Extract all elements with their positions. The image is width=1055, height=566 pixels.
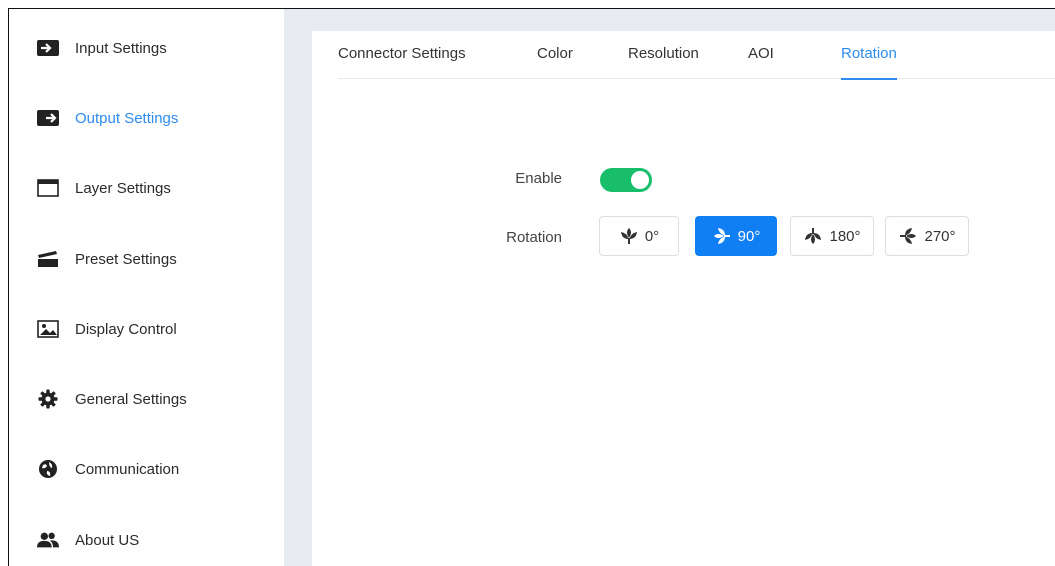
rotation-180-button[interactable]: 180° <box>790 216 874 256</box>
tab-resolution[interactable]: Resolution <box>628 45 699 78</box>
tab-connector-settings[interactable]: Connector Settings <box>338 45 466 78</box>
rotation-270-button[interactable]: 270° <box>885 216 969 256</box>
rotation-90-label: 90° <box>737 227 761 245</box>
users-icon <box>37 529 59 551</box>
image-icon <box>37 318 59 340</box>
rotation-270-label: 270° <box>924 227 956 245</box>
leaf-down-icon <box>803 226 823 246</box>
input-arrow-icon <box>37 37 59 59</box>
rotation-0-label: 0° <box>644 227 660 245</box>
globe-icon <box>37 458 59 480</box>
sidebar-item-label: Layer Settings <box>75 179 171 197</box>
sidebar-item-communication[interactable]: Communication <box>37 454 179 484</box>
leaf-left-icon <box>712 226 732 246</box>
rotation-label: Rotation <box>506 229 562 246</box>
sidebar-item-output-settings[interactable]: Output Settings <box>37 103 178 133</box>
gear-icon <box>37 388 59 410</box>
tab-bar: Connector Settings Color Resolution AOI … <box>338 31 1055 80</box>
sidebar-item-display-control[interactable]: Display Control <box>37 314 177 344</box>
sidebar-item-label: About US <box>75 531 140 549</box>
window-icon <box>37 177 59 199</box>
tab-aoi[interactable]: AOI <box>748 45 774 78</box>
rotation-0-button[interactable]: 0° <box>599 216 679 256</box>
leaf-right-icon <box>898 226 918 246</box>
leaf-up-icon <box>619 226 639 246</box>
sidebar-item-layer-settings[interactable]: Layer Settings <box>37 173 171 203</box>
sidebar-item-general-settings[interactable]: General Settings <box>37 384 187 414</box>
sidebar-item-label: Communication <box>75 460 180 478</box>
output-arrow-icon <box>37 107 59 129</box>
tab-color[interactable]: Color <box>537 45 573 78</box>
sidebar-item-label: Input Settings <box>75 39 167 57</box>
sidebar-item-about-us[interactable]: About US <box>37 525 139 555</box>
sidebar-item-input-settings[interactable]: Input Settings <box>37 33 167 63</box>
enable-label: Enable <box>515 170 562 187</box>
toggle-knob <box>631 171 649 189</box>
panel-gutter <box>284 8 312 566</box>
top-strip <box>312 8 1055 31</box>
sidebar-item-preset-settings[interactable]: Preset Settings <box>37 244 177 274</box>
rotation-90-button[interactable]: 90° <box>695 216 777 256</box>
rotation-180-label: 180° <box>829 227 861 245</box>
sidebar-item-label: Display Control <box>75 320 177 338</box>
main-panel: Connector Settings Color Resolution AOI … <box>312 31 1055 566</box>
app-window: Input Settings Output Settings Layer Set… <box>0 0 1055 566</box>
sidebar: Input Settings Output Settings Layer Set… <box>8 8 284 566</box>
sidebar-item-label: General Settings <box>75 390 187 408</box>
sidebar-item-label: Output Settings <box>75 109 179 127</box>
clapperboard-icon <box>37 248 59 270</box>
sidebar-item-label: Preset Settings <box>75 250 177 268</box>
tab-rotation[interactable]: Rotation <box>841 45 897 80</box>
enable-toggle[interactable] <box>600 168 652 192</box>
